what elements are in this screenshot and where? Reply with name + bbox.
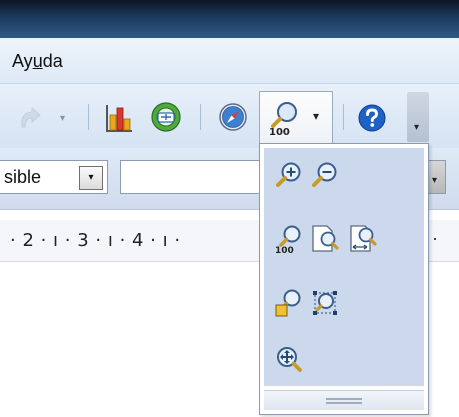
toolbar-separator (88, 104, 89, 130)
toolbar-overflow-button[interactable]: ▾ (407, 92, 429, 142)
zoom-optimal-icon[interactable] (274, 288, 304, 318)
menu-item-ayuda[interactable]: Ayuda (12, 51, 63, 72)
grip-line (326, 398, 362, 400)
redo-dropdown-arrow[interactable]: ▾ (60, 113, 65, 124)
menu-item-label-post: da (42, 51, 63, 71)
zoom-page-width-icon[interactable] (348, 224, 378, 254)
font-dropdown-arrow: ▾ (432, 175, 438, 186)
zoom-100-icon[interactable]: 100 (274, 224, 304, 254)
compass-icon[interactable] (218, 102, 248, 132)
font-name-combobox[interactable] (120, 160, 260, 194)
paragraph-style-dropdown-button[interactable]: ▾ (79, 166, 103, 190)
menu-item-label-mnemonic: u (32, 51, 43, 71)
ruler-mark-right: · (432, 228, 438, 248)
zoom-100-text: 100 (275, 246, 294, 254)
grip-line (326, 402, 362, 404)
navigator-icon[interactable] (150, 101, 182, 133)
zoom-popup-menu: 100 (259, 143, 429, 415)
window-titlebar (0, 0, 459, 38)
paragraph-style-combobox[interactable]: sible ▾ (0, 160, 108, 194)
paragraph-style-value: sible (4, 167, 42, 187)
redo-icon[interactable] (16, 105, 44, 131)
zoom-whole-page-icon[interactable] (310, 224, 340, 254)
popup-resize-grip[interactable] (264, 390, 424, 410)
menu-item-label-pre: Ay (12, 51, 33, 71)
zoom-out-icon[interactable] (310, 160, 340, 190)
zoom-object-icon[interactable] (310, 288, 340, 318)
zoom-icon: 100 (269, 102, 297, 137)
overflow-arrow: ▾ (414, 122, 420, 133)
toolbar-separator (200, 104, 201, 130)
chart-icon[interactable] (103, 101, 135, 133)
zoom-100-label: 100 (269, 127, 290, 137)
zoom-button[interactable]: 100 ▾ (259, 91, 333, 143)
zoom-in-icon[interactable] (274, 160, 304, 190)
font-name-dropdown-button[interactable]: ▾ (426, 160, 446, 194)
zoom-shift-icon[interactable] (274, 344, 304, 374)
ruler-marks: · 2 · ı · 3 · ı · 4 · ı · (10, 230, 181, 251)
menu-bar: Ayuda (0, 38, 459, 84)
toolbar-separator (343, 104, 344, 130)
help-icon[interactable] (358, 104, 386, 132)
zoom-dropdown-arrow[interactable]: ▾ (313, 109, 319, 123)
